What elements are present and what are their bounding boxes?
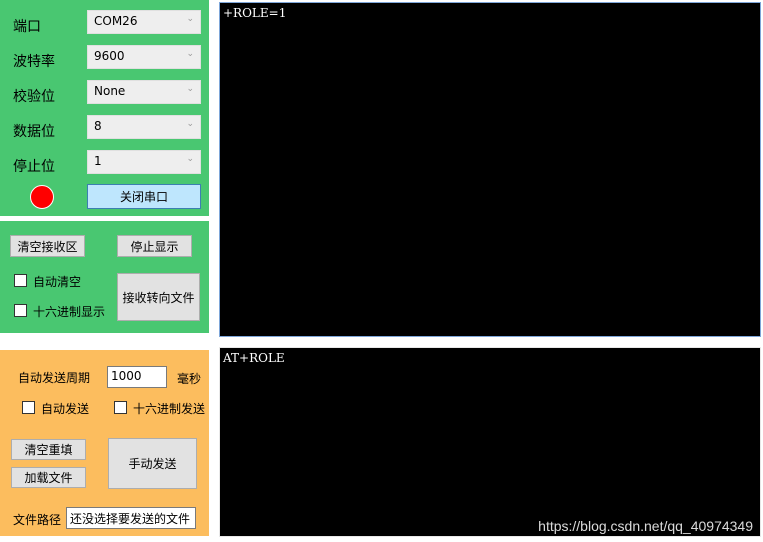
hex-send-label: 十六进制发送 xyxy=(133,402,206,416)
send-controls-panel: 自动发送周期 1000 毫秒 自动发送 十六进制发送 清空重填 加载文件 手动发… xyxy=(0,350,209,536)
manual-send-button[interactable]: 手动发送 xyxy=(108,438,197,489)
stop-bits-label: 停止位 xyxy=(13,159,55,175)
chevron-down-icon: ⌄ xyxy=(186,154,194,164)
hex-display-label: 十六进制显示 xyxy=(33,305,106,319)
baud-value: 9600 xyxy=(94,49,125,63)
data-bits-select[interactable]: 8 ⌄ xyxy=(87,115,201,139)
chevron-down-icon: ⌄ xyxy=(186,14,194,24)
port-select[interactable]: COM26 ⌄ xyxy=(87,10,201,34)
baud-label: 波特率 xyxy=(13,54,55,70)
chevron-down-icon: ⌄ xyxy=(186,119,194,129)
auto-clear-label: 自动清空 xyxy=(33,275,82,289)
data-bits-label: 数据位 xyxy=(13,124,55,140)
port-settings-panel: 端口 COM26 ⌄ 波特率 9600 ⌄ 校验位 None ⌄ 数据位 8 ⌄… xyxy=(0,0,209,216)
parity-label: 校验位 xyxy=(13,89,55,105)
redirect-to-file-button[interactable]: 接收转向文件 xyxy=(117,273,200,321)
send-input-area[interactable]: AT+ROLE xyxy=(219,347,761,537)
parity-value: None xyxy=(94,84,126,98)
period-unit-label: 毫秒 xyxy=(177,372,202,386)
stop-bits-value: 1 xyxy=(94,154,102,168)
hex-display-checkbox[interactable] xyxy=(14,304,27,317)
load-file-button[interactable]: 加载文件 xyxy=(11,467,86,488)
stop-bits-select[interactable]: 1 ⌄ xyxy=(87,150,201,174)
auto-period-label: 自动发送周期 xyxy=(18,371,91,385)
watermark: https://blog.csdn.net/qq_40974349 xyxy=(538,518,753,534)
status-led-icon xyxy=(30,185,54,209)
port-value: COM26 xyxy=(94,14,138,28)
file-path-field[interactable]: 还没选择要发送的文件 xyxy=(66,507,196,529)
stop-display-button[interactable]: 停止显示 xyxy=(117,235,192,257)
baud-select[interactable]: 9600 ⌄ xyxy=(87,45,201,69)
parity-select[interactable]: None ⌄ xyxy=(87,80,201,104)
chevron-down-icon: ⌄ xyxy=(186,49,194,59)
hex-send-checkbox[interactable] xyxy=(114,401,127,414)
auto-send-checkbox[interactable] xyxy=(22,401,35,414)
file-path-label: 文件路径 xyxy=(13,513,62,527)
clear-refill-button[interactable]: 清空重填 xyxy=(11,439,86,460)
clear-receive-button[interactable]: 清空接收区 xyxy=(10,235,85,257)
receive-output-text: +ROLE=1 xyxy=(223,6,287,20)
data-bits-value: 8 xyxy=(94,119,102,133)
send-input-text: AT+ROLE xyxy=(223,351,285,365)
receive-output-area[interactable]: +ROLE=1 xyxy=(219,2,761,337)
receive-controls-panel: 清空接收区 停止显示 自动清空 十六进制显示 接收转向文件 xyxy=(0,221,209,333)
period-input[interactable]: 1000 xyxy=(107,366,167,388)
auto-clear-checkbox[interactable] xyxy=(14,274,27,287)
auto-send-label: 自动发送 xyxy=(41,402,90,416)
port-label: 端口 xyxy=(13,19,41,35)
close-port-button[interactable]: 关闭串口 xyxy=(87,184,201,209)
chevron-down-icon: ⌄ xyxy=(186,84,194,94)
